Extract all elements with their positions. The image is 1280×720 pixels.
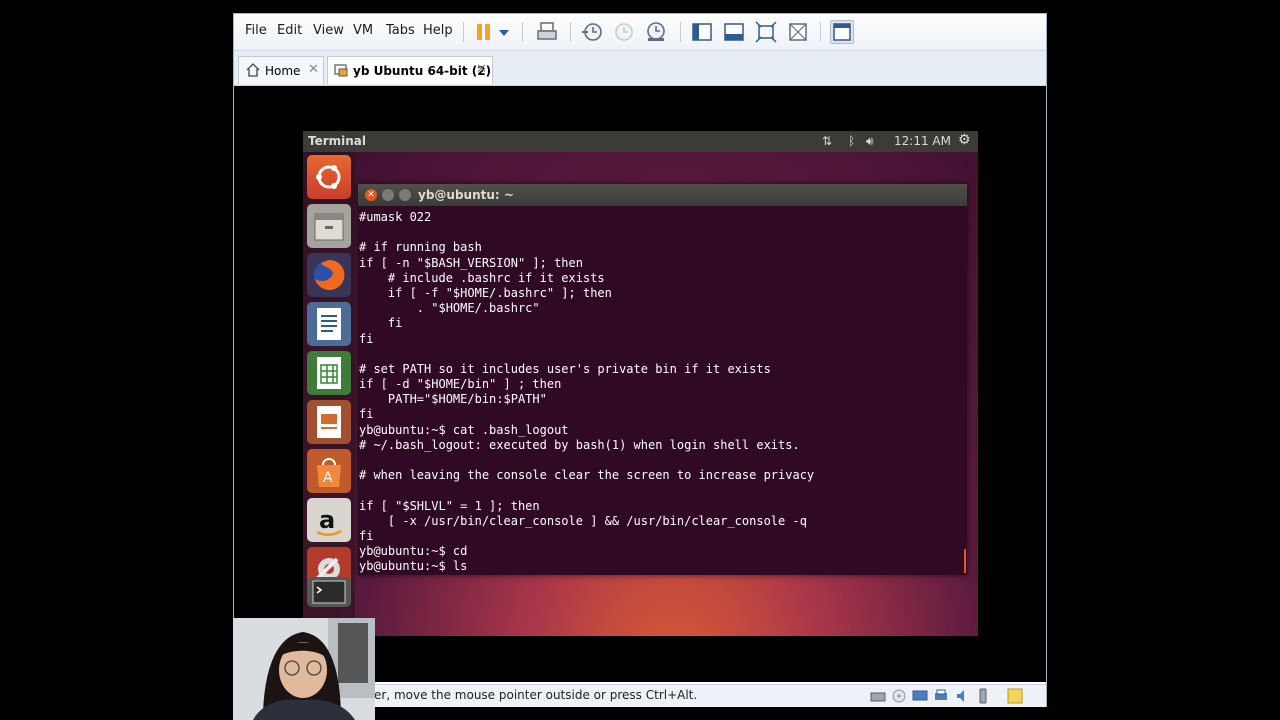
calc-icon[interactable] [307, 351, 351, 395]
snapshot-manager-icon[interactable] [644, 20, 668, 44]
dropdown-arrow-icon[interactable] [496, 20, 512, 44]
impress-icon[interactable] [307, 400, 351, 444]
menu-help[interactable]: Help [423, 23, 453, 38]
tab-vm-label: yb Ubuntu 64-bit (2) [353, 64, 492, 78]
tab-home[interactable]: Home ✕ [238, 56, 324, 84]
minimize-icon[interactable] [382, 189, 394, 201]
home-icon [246, 63, 260, 77]
terminal-line: yb@ubuntu:~$ cd [359, 544, 468, 559]
terminal-line: # when leaving the console clear the scr… [359, 468, 815, 483]
terminal-titlebar[interactable]: ✕ yb@ubuntu: ~ [358, 184, 967, 206]
menu-bar: File Edit View VM Tabs Help [234, 14, 1046, 51]
amazon-icon[interactable]: a [307, 498, 351, 542]
svg-text:a: a [319, 506, 335, 534]
tab-bar: Home ✕ yb Ubuntu 64-bit (2) ✕ [234, 51, 1046, 86]
network-adapter-icon[interactable] [912, 688, 928, 704]
webcam-overlay [233, 618, 375, 720]
ubuntu-dash-icon[interactable] [307, 155, 351, 199]
message-log-icon[interactable] [1006, 687, 1024, 705]
menu-vm[interactable]: VM [353, 23, 373, 38]
snapshot-icon[interactable] [580, 20, 604, 44]
terminal-line: PATH="$HOME/bin:$PATH" [359, 392, 547, 407]
tab-vm[interactable]: yb Ubuntu 64-bit (2) ✕ [327, 56, 493, 84]
volume-icon[interactable]: 🔊︎ [866, 134, 874, 149]
terminal-line: #umask 022 [359, 210, 432, 224]
writer-icon[interactable] [307, 302, 351, 346]
maximize-icon[interactable] [399, 189, 411, 201]
terminal-line: . "$HOME/.bashrc" [359, 301, 540, 316]
terminal-line: # ~/.bash_logout: executed by bash(1) wh… [359, 437, 800, 452]
webcam-image [233, 618, 375, 720]
terminal-line: # include .bashrc if it exists [359, 270, 605, 285]
terminal-line: yb@ubuntu:~$ ls [359, 559, 468, 574]
clock[interactable]: 12:11 AM [894, 134, 951, 148]
terminal-launcher-icon[interactable] [307, 577, 351, 607]
svg-text:A: A [323, 470, 333, 486]
printer-icon[interactable] [933, 688, 949, 704]
firefox-icon[interactable] [307, 253, 351, 297]
menu-tabs[interactable]: Tabs [386, 23, 415, 38]
status-hint: er, move the mouse pointer outside or pr… [374, 688, 698, 702]
active-app-title: Terminal [308, 134, 367, 148]
menu-edit[interactable]: Edit [277, 23, 302, 38]
pause-icon[interactable] [472, 20, 496, 44]
network-icon[interactable]: ⇅ [822, 134, 832, 148]
terminal-line: if [ "$SHLVL" = 1 ]; then [359, 498, 540, 513]
terminal-line: if [ -d "$HOME/bin" ] ; then [359, 377, 562, 392]
ubuntu-desktop: Terminal ⇅ ᛒ 🔊︎ 12:11 AM ⚙ A a ✕ yb@ubun… [303, 131, 978, 636]
terminal-line: # if running bash [359, 240, 482, 255]
bluetooth-icon[interactable]: ᛒ [848, 134, 855, 148]
terminal-window[interactable]: ✕ yb@ubuntu: ~ #umask 022 # if running b… [358, 184, 967, 575]
terminal-line: yb@ubuntu:~$ cat .bash_logout [359, 422, 569, 437]
terminal-line: [ -x /usr/bin/clear_console ] && /usr/bi… [359, 513, 807, 528]
close-icon[interactable]: ✕ [308, 62, 319, 77]
terminal-title: yb@ubuntu: ~ [418, 188, 514, 202]
software-center-icon[interactable]: A [307, 449, 351, 493]
scrollbar[interactable] [964, 549, 966, 573]
console-view-icon[interactable] [830, 20, 854, 44]
terminal-output[interactable]: #umask 022 # if running bash if [ -n "$B… [359, 210, 959, 573]
unity-icon[interactable] [786, 20, 810, 44]
sound-card-icon[interactable] [954, 688, 970, 704]
close-icon[interactable]: ✕ [476, 62, 487, 77]
send-ctrl-alt-del-icon[interactable] [535, 20, 559, 44]
show-library-icon[interactable] [690, 20, 714, 44]
terminal-line: fi [359, 331, 374, 346]
full-screen-icon[interactable] [754, 20, 778, 44]
terminal-line: fi [359, 316, 403, 331]
terminal-line: # set PATH so it includes user's private… [359, 361, 771, 376]
ubuntu-top-panel: Terminal ⇅ ᛒ 🔊︎ 12:11 AM ⚙ [303, 131, 978, 152]
terminal-line: if [ -f "$HOME/.bashrc" ]; then [359, 285, 612, 300]
hard-disk-icon[interactable] [870, 688, 886, 704]
tab-home-label: Home [265, 64, 301, 78]
menu-file[interactable]: File [245, 23, 267, 38]
files-icon[interactable] [307, 204, 351, 248]
cd-drive-icon[interactable] [891, 688, 907, 704]
vm-icon [334, 64, 348, 77]
gear-icon[interactable]: ⚙ [958, 132, 971, 148]
terminal-line: fi [359, 407, 374, 422]
vmware-window: File Edit View VM Tabs Help Home ✕ yb Ub… [233, 13, 1047, 707]
revert-snapshot-icon[interactable] [612, 20, 636, 44]
launcher: A a [303, 152, 355, 636]
close-icon[interactable]: ✕ [365, 189, 377, 201]
usb-icon[interactable] [975, 688, 991, 704]
terminal-line: fi [359, 528, 374, 543]
vm-screen[interactable]: Terminal ⇅ ᛒ 🔊︎ 12:11 AM ⚙ A a ✕ yb@ubun… [234, 86, 1046, 682]
thumbnail-icon[interactable] [722, 20, 746, 44]
terminal-line: if [ -n "$BASH_VERSION" ]; then [359, 255, 583, 270]
menu-view[interactable]: View [313, 23, 344, 38]
